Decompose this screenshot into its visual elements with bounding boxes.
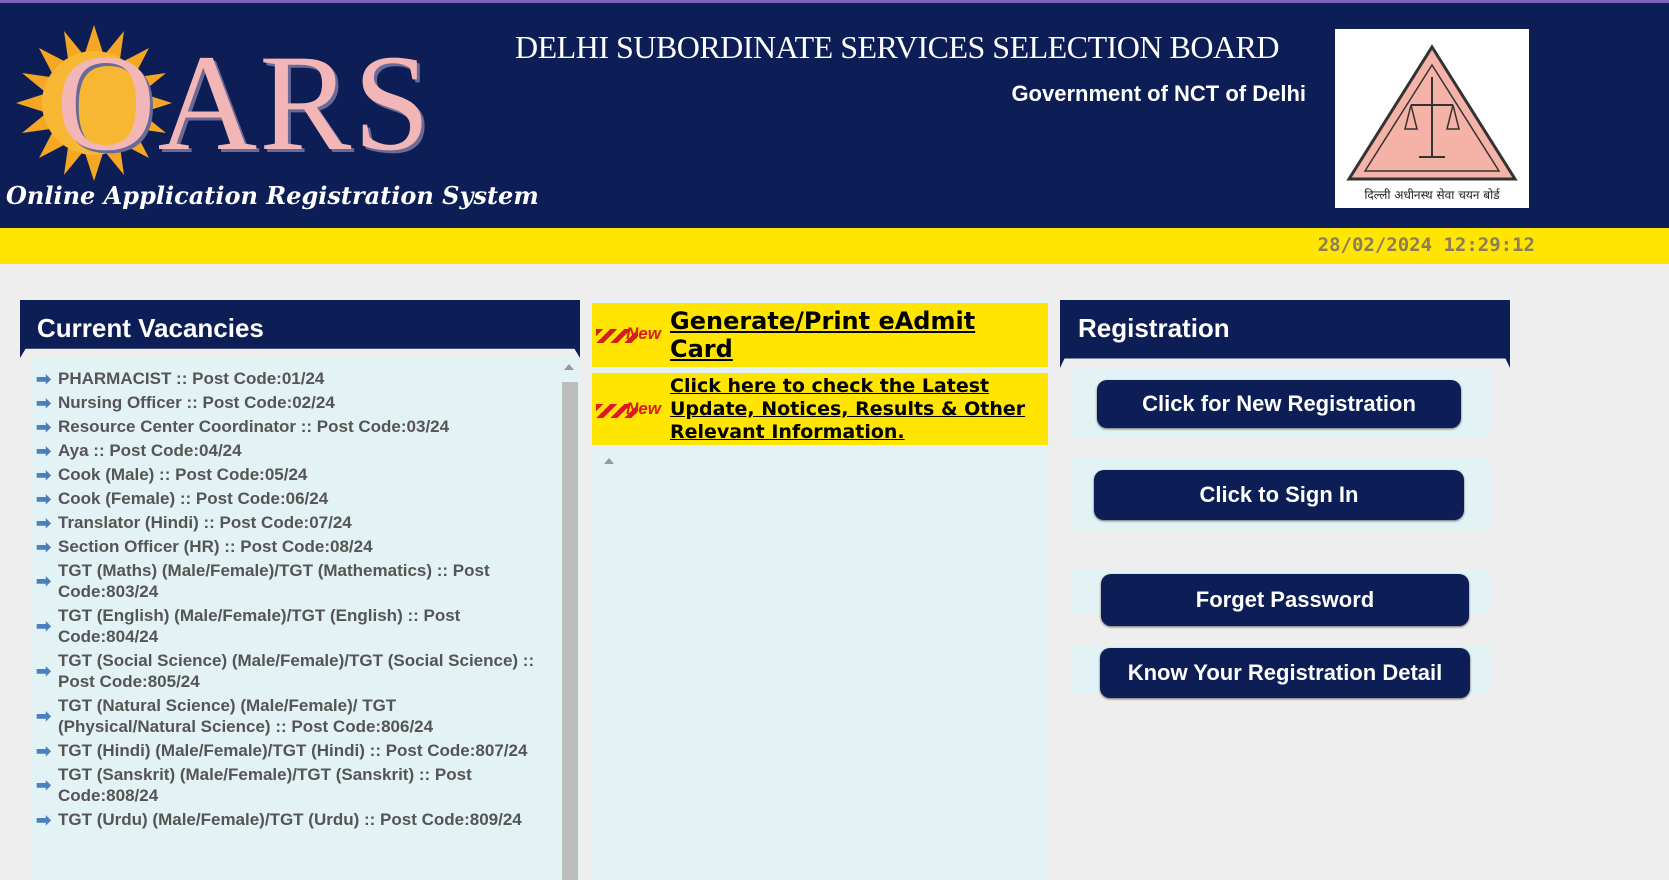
vacancy-item[interactable]: ➡ TGT (English) (Male/Female)/TGT (Englis… xyxy=(32,605,537,647)
vacancy-label: TGT (Maths) (Male/Female)/TGT (Mathemati… xyxy=(58,561,490,601)
registration-header: Registration xyxy=(1060,300,1510,368)
new-registration-box: Click for New Registration xyxy=(1072,368,1492,438)
arrow-right-icon: ➡ xyxy=(36,392,52,413)
vacancy-item[interactable]: ➡ Nursing Officer :: Post Code:02/24 xyxy=(32,392,537,413)
arrow-right-icon: ➡ xyxy=(36,368,52,389)
vacancy-label: Aya :: Post Code:04/24 xyxy=(58,441,242,460)
arrow-right-icon: ➡ xyxy=(36,464,52,485)
registration-title: Registration xyxy=(1078,313,1230,343)
arrow-right-icon: ➡ xyxy=(36,512,52,533)
latest-updates-link[interactable]: Click here to check the Latest Update, N… xyxy=(670,375,1045,444)
vacancy-item[interactable]: ➡ Aya :: Post Code:04/24 xyxy=(32,440,537,461)
admit-card-link[interactable]: Generate/Print eAdmit Card xyxy=(670,307,1040,363)
arrow-right-icon: ➡ xyxy=(36,488,52,509)
vacancy-item[interactable]: ➡ TGT (Sanskrit) (Male/Female)/TGT (Sansk… xyxy=(32,764,537,806)
vacancy-item[interactable]: ➡ Cook (Female) :: Post Code:06/24 xyxy=(32,488,537,509)
arrow-right-icon: ➡ xyxy=(36,740,52,761)
news-scrollbar[interactable] xyxy=(592,450,622,880)
site-header: OARS Online Application Registration Sys… xyxy=(0,3,1669,228)
current-vacancies-panel: Current Vacancies ➡ PHARMACIST :: Post Co… xyxy=(20,300,580,880)
vacancies-scrollbar[interactable] xyxy=(558,358,580,880)
system-tagline: Online Application Registration System xyxy=(6,181,539,210)
vacancy-label: Cook (Female) :: Post Code:06/24 xyxy=(58,489,329,508)
arrow-right-icon: ➡ xyxy=(36,440,52,461)
government-title: Government of NCT of Delhi xyxy=(1011,81,1306,106)
vacancy-item[interactable]: ➡ TGT (Hindi) (Male/Female)/TGT (Hindi) :… xyxy=(32,740,537,761)
vacancies-list: ➡ PHARMACIST :: Post Code:01/24 ➡ Nursing O… xyxy=(32,368,537,833)
oars-logo[interactable]: OARS xyxy=(6,23,476,183)
scroll-up-arrow-icon[interactable] xyxy=(604,458,614,464)
vacancies-header: Current Vacancies xyxy=(20,300,580,358)
vacancy-label: Resource Center Coordinator :: Post Code… xyxy=(58,417,450,436)
vacancy-label: Section Officer (HR) :: Post Code:08/24 xyxy=(58,537,373,556)
vacancy-item[interactable]: ➡ Section Officer (HR) :: Post Code:08/24 xyxy=(32,536,537,557)
emblem-caption: दिल्ली अधीनस्थ सेवा चयन बोर्ड xyxy=(1364,188,1500,202)
vacancy-item[interactable]: ➡ TGT (Natural Science) (Male/Female)/ TG… xyxy=(32,695,537,737)
arrow-right-icon: ➡ xyxy=(36,416,52,437)
arrow-right-icon: ➡ xyxy=(36,571,52,591)
sign-in-box: Click to Sign In xyxy=(1072,458,1492,530)
arrow-right-icon: ➡ xyxy=(36,616,52,636)
vacancy-label: Translator (Hindi) :: Post Code:07/24 xyxy=(58,513,352,532)
vacancy-label: Cook (Male) :: Post Code:05/24 xyxy=(58,465,308,484)
scroll-thumb[interactable] xyxy=(562,382,578,880)
vacancy-label: TGT (Urdu) (Male/Female)/TGT (Urdu) :: P… xyxy=(58,810,522,829)
vacancy-item[interactable]: ➡ TGT (Maths) (Male/Female)/TGT (Mathemat… xyxy=(32,560,537,602)
arrow-right-icon: ➡ xyxy=(36,706,52,726)
new-badge-icon: New xyxy=(596,321,664,349)
new-badge-icon: New xyxy=(596,396,664,424)
sign-in-button[interactable]: Click to Sign In xyxy=(1094,470,1464,520)
vacancy-label: TGT (Social Science) (Male/Female)/TGT (… xyxy=(58,651,535,691)
scroll-up-arrow-icon[interactable] xyxy=(564,364,574,370)
vacancy-label: Nursing Officer :: Post Code:02/24 xyxy=(58,393,335,412)
registration-panel: Registration Click for New Registration … xyxy=(1060,300,1510,700)
vacancy-item[interactable]: ➡ Resource Center Coordinator :: Post Cod… xyxy=(32,416,537,437)
vacancy-label: TGT (Sanskrit) (Male/Female)/TGT (Sanskr… xyxy=(58,765,472,805)
news-item-latest-updates: New Click here to check the Latest Updat… xyxy=(592,373,1048,445)
vacancy-item[interactable]: ➡ Cook (Male) :: Post Code:05/24 xyxy=(32,464,537,485)
vacancy-item[interactable]: ➡ Translator (Hindi) :: Post Code:07/24 xyxy=(32,512,537,533)
arrow-right-icon: ➡ xyxy=(36,661,52,681)
vacancy-label: TGT (Natural Science) (Male/Female)/ TGT… xyxy=(58,696,434,736)
emblem-triangle-icon: दिल्ली अधीनस्थ सेवा चयन बोर्ड xyxy=(1346,44,1518,202)
news-panel: New Generate/Print eAdmit Card New Click… xyxy=(592,300,1048,880)
dsssb-emblem: दिल्ली अधीनस्थ सेवा चयन बोर्ड xyxy=(1335,29,1529,208)
vacancies-list-container[interactable]: ➡ PHARMACIST :: Post Code:01/24 ➡ Nursing O… xyxy=(32,358,580,880)
arrow-right-icon: ➡ xyxy=(36,809,52,830)
know-registration-button[interactable]: Know Your Registration Detail xyxy=(1100,648,1470,698)
logo-text: OARS xyxy=(56,26,433,179)
vacancy-label: TGT (English) (Male/Female)/TGT (English… xyxy=(58,606,461,646)
board-title: DELHI SUBORDINATE SERVICES SELECTION BOA… xyxy=(515,29,1280,65)
vacancies-title: Current Vacancies xyxy=(37,313,264,343)
forget-password-button[interactable]: Forget Password xyxy=(1101,574,1469,626)
vacancy-label: PHARMACIST :: Post Code:01/24 xyxy=(58,369,325,388)
arrow-right-icon: ➡ xyxy=(36,775,52,795)
vacancy-item[interactable]: ➡ TGT (Urdu) (Male/Female)/TGT (Urdu) :: … xyxy=(32,809,537,830)
vacancy-item[interactable]: ➡ PHARMACIST :: Post Code:01/24 xyxy=(32,368,537,389)
arrow-right-icon: ➡ xyxy=(36,536,52,557)
date-bar: 28/02/2024 12:29:12 xyxy=(0,228,1669,264)
new-registration-button[interactable]: Click for New Registration xyxy=(1097,380,1461,428)
vacancy-item[interactable]: ➡ TGT (Social Science) (Male/Female)/TGT … xyxy=(32,650,537,692)
current-datetime: 28/02/2024 12:29:12 xyxy=(1317,234,1535,256)
vacancy-label: TGT (Hindi) (Male/Female)/TGT (Hindi) ::… xyxy=(58,741,528,760)
news-item-admit-card: New Generate/Print eAdmit Card xyxy=(592,303,1048,367)
